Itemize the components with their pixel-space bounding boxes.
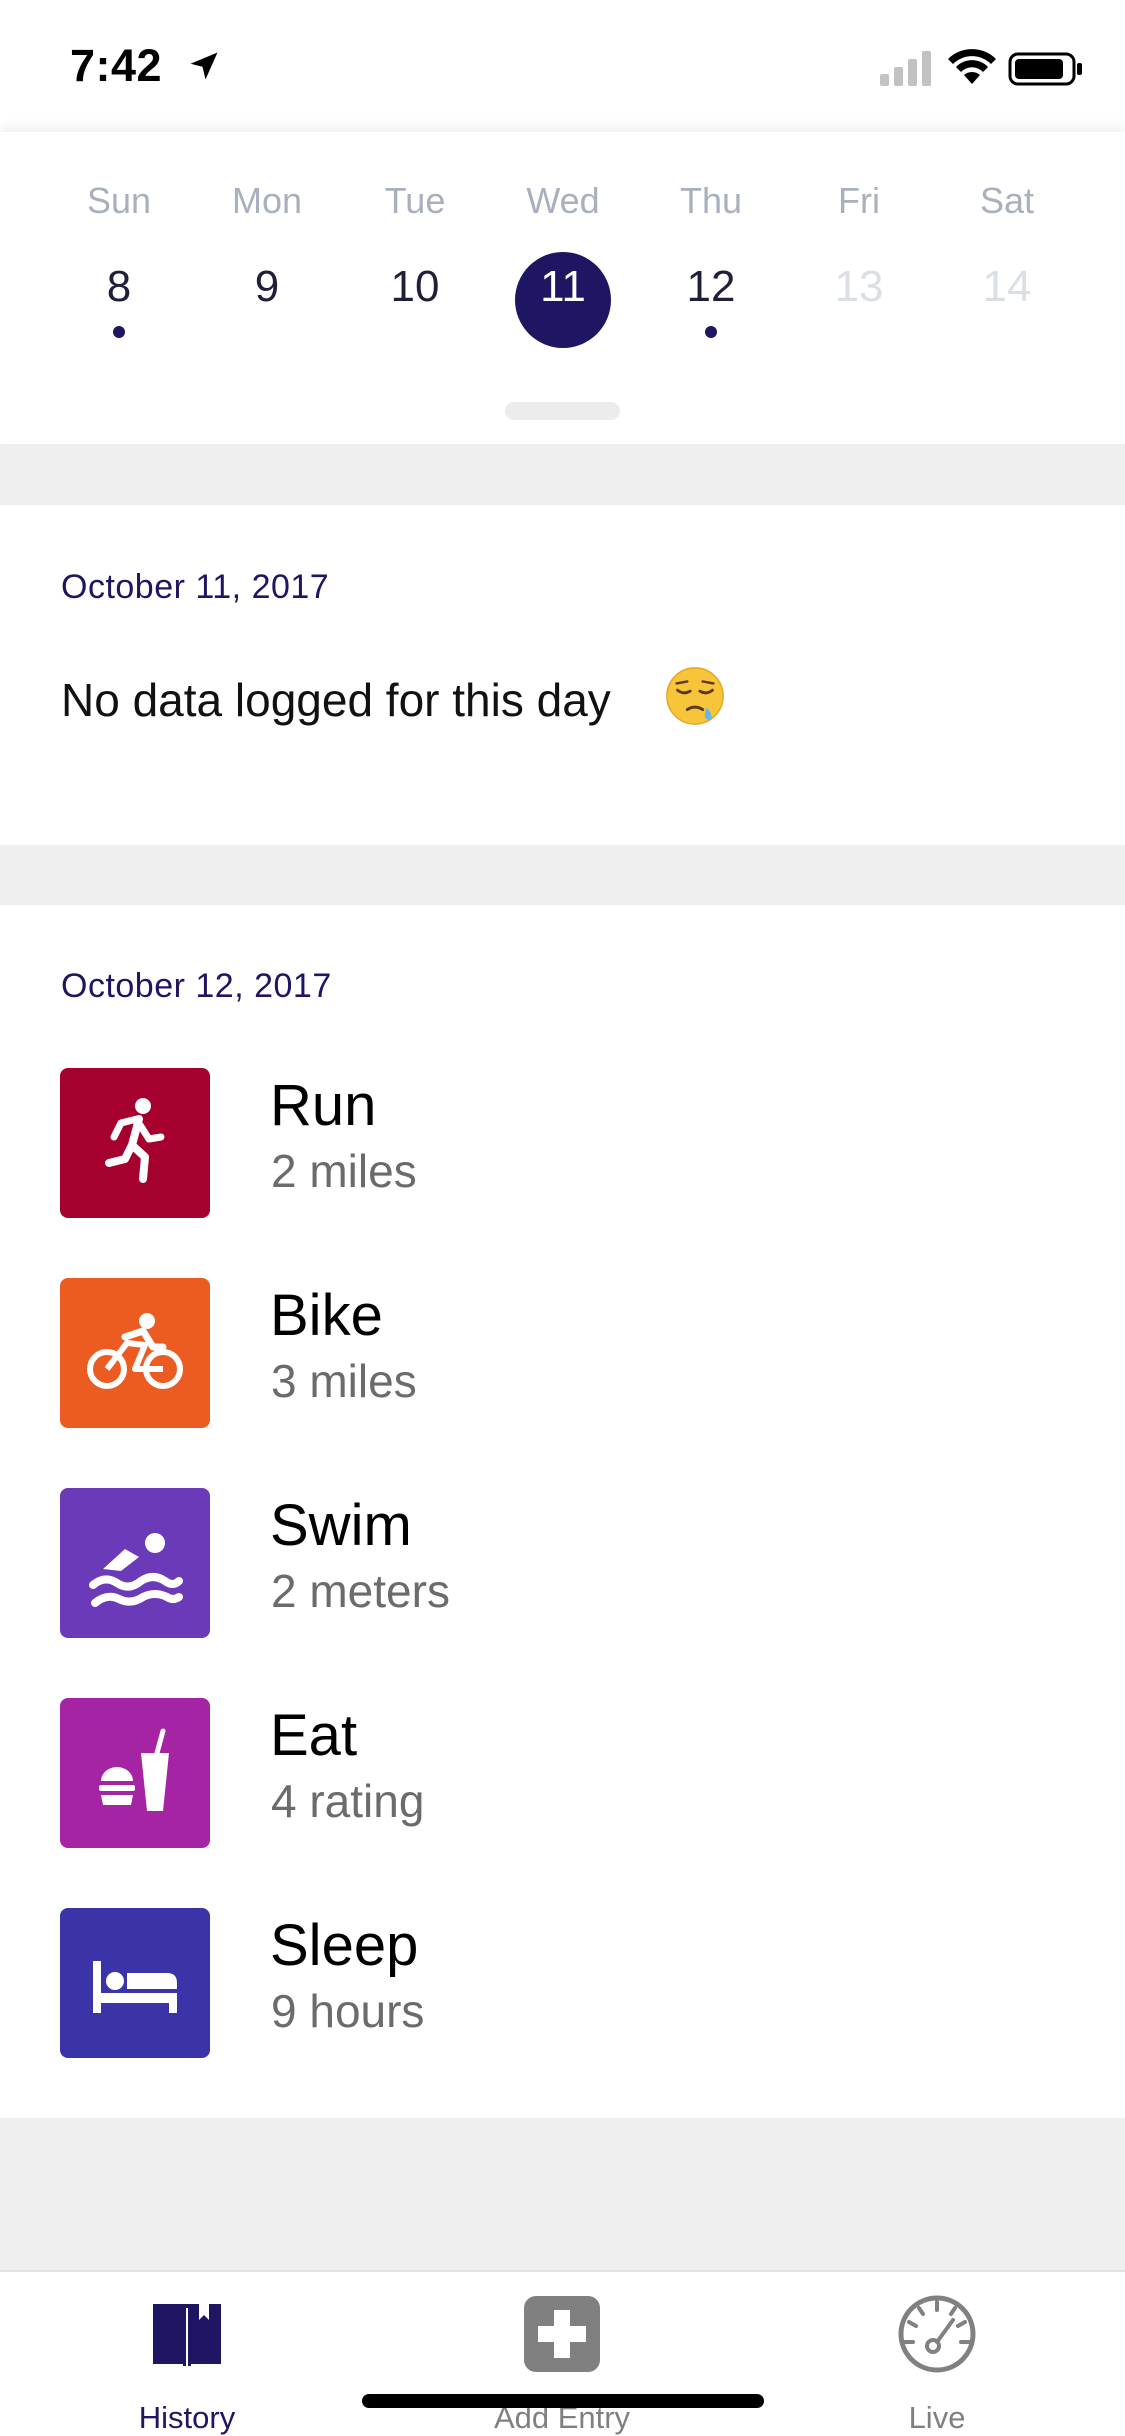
tab-live[interactable]: Live — [807, 2272, 1067, 2436]
day-name: Tue — [384, 180, 446, 221]
activity-icon-tile — [60, 1698, 210, 1848]
activity-icon-tile — [60, 1908, 210, 2058]
day-tue[interactable]: Tue 10 — [341, 132, 489, 372]
speedometer-icon — [898, 2295, 976, 2373]
day-name: Fri — [838, 180, 880, 221]
activity-value: 4 rating — [271, 1775, 425, 1827]
day-fri: Fri 13 — [785, 132, 933, 372]
drag-handle[interactable] — [505, 402, 620, 420]
week-day-picker: Sun 8 Mon 9 Tue 10 Wed 11 Thu 12 Fri 13 Sat 14 — [0, 132, 1125, 444]
swim-icon — [89, 1533, 183, 1607]
activity-name: Run — [270, 1073, 377, 1138]
day-mon[interactable]: Mon 9 — [193, 132, 341, 372]
day-wed[interactable]: Wed 11 — [489, 132, 637, 372]
tab-label: History — [138, 2400, 236, 2435]
activity-icon-tile — [60, 1488, 210, 1638]
activity-name: Sleep — [270, 1913, 419, 1978]
sleep-icon — [93, 1961, 177, 2013]
card-date: October 11, 2017 — [61, 568, 330, 606]
day-name: Wed — [526, 180, 600, 221]
day-card-empty: October 11, 2017 No data logged for this… — [0, 505, 1125, 845]
day-sat: Sat 14 — [933, 132, 1081, 372]
home-indicator — [362, 2394, 764, 2408]
card-date: October 12, 2017 — [61, 967, 332, 1005]
status-bar: 7:42 — [0, 0, 1125, 132]
sleepy-face-icon — [666, 667, 724, 725]
day-number: 8 — [106, 262, 132, 311]
entry-indicator-dot — [705, 326, 717, 338]
day-number: 12 — [686, 262, 736, 311]
tab-add-entry[interactable]: Add Entry — [432, 2272, 692, 2436]
plus-icon — [524, 2296, 600, 2372]
battery-icon — [1008, 52, 1082, 86]
empty-message: No data logged for this day — [61, 674, 611, 726]
day-thu[interactable]: Thu 12 — [637, 132, 785, 372]
entry-indicator-dot — [113, 326, 125, 338]
status-time: 7:42 — [70, 40, 163, 91]
day-number: 13 — [834, 262, 884, 311]
bike-icon — [87, 1313, 183, 1389]
activity-icon-tile — [60, 1278, 210, 1428]
day-number: 10 — [390, 262, 440, 311]
activity-icon-tile — [60, 1068, 210, 1218]
activity-row-sleep[interactable]: Sleep 9 hours — [0, 1908, 1125, 2058]
day-name: Sun — [86, 180, 152, 221]
cellular-signal-icon — [880, 51, 931, 86]
day-name: Thu — [679, 180, 743, 221]
activity-name: Eat — [270, 1703, 358, 1768]
activity-name: Bike — [270, 1283, 383, 1348]
activity-row-run[interactable]: Run 2 miles — [0, 1068, 1125, 1218]
location-arrow-icon — [190, 52, 218, 80]
day-card-activities: October 12, 2017 Run 2 miles Bike 3 mile… — [0, 905, 1125, 2118]
day-number: 11 — [540, 262, 586, 311]
eat-icon — [99, 1728, 169, 1811]
day-sun[interactable]: Sun 8 — [45, 132, 193, 372]
day-number: 14 — [982, 262, 1032, 311]
activity-value: 9 hours — [271, 1985, 425, 2037]
activity-name: Swim — [270, 1493, 412, 1558]
activity-row-bike[interactable]: Bike 3 miles — [0, 1278, 1125, 1428]
day-name: Mon — [231, 180, 303, 221]
activity-value: 2 meters — [271, 1565, 450, 1617]
activity-row-eat[interactable]: Eat 4 rating — [0, 1698, 1125, 1848]
day-name: Sat — [979, 180, 1035, 221]
activity-value: 3 miles — [271, 1355, 417, 1407]
wifi-icon — [948, 49, 996, 84]
tab-bar: History Add Entry Live — [0, 2270, 1125, 2436]
tab-label: Live — [908, 2400, 966, 2435]
day-number: 9 — [254, 262, 280, 311]
run-icon — [105, 1098, 165, 1183]
activity-row-swim[interactable]: Swim 2 meters — [0, 1488, 1125, 1638]
activity-value: 2 miles — [271, 1145, 417, 1197]
book-icon — [153, 2300, 221, 2366]
tab-history[interactable]: History — [57, 2272, 317, 2436]
